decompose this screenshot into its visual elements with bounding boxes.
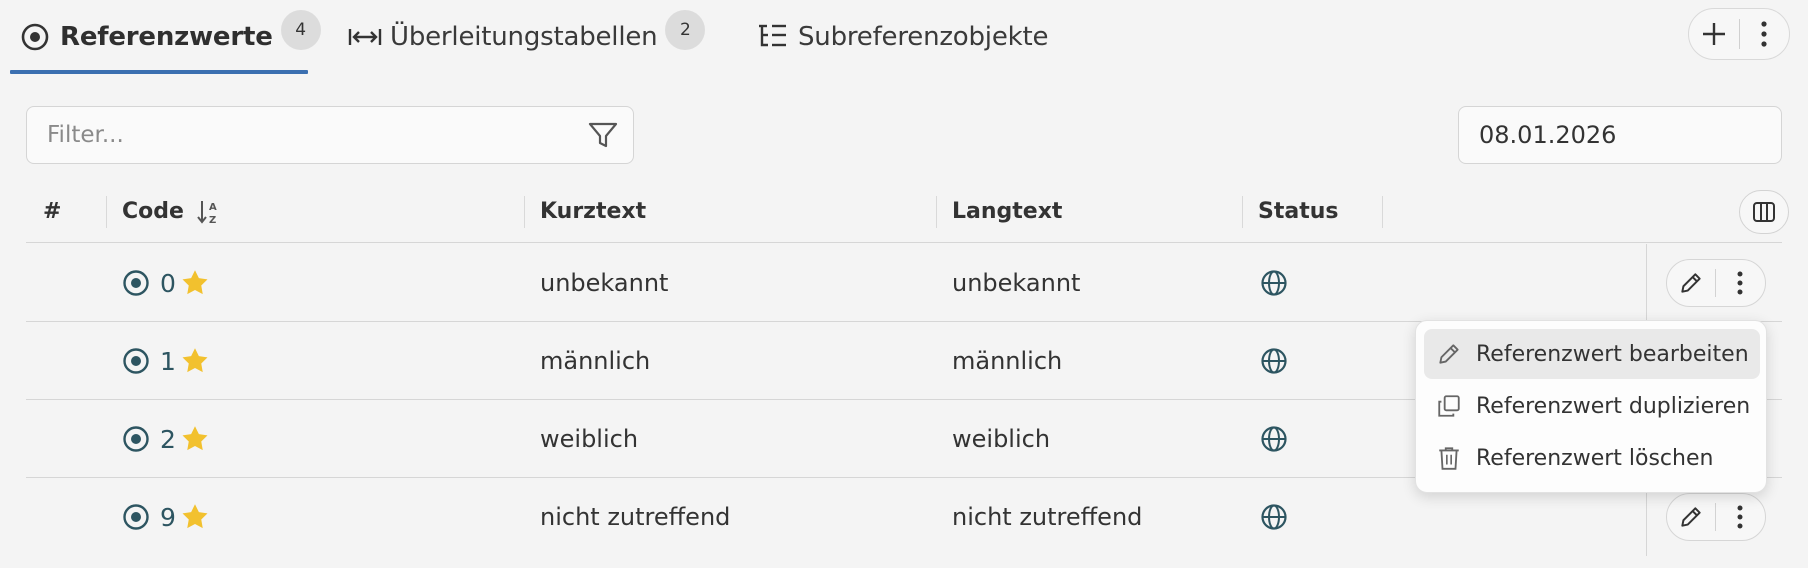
code-cell[interactable]: 0 [122,244,210,322]
langtext-cell: unbekannt [952,269,1081,297]
column-divider [936,196,937,228]
langtext-cell: nicht zutreffend [952,503,1143,531]
column-divider [1242,196,1243,228]
kurztext-cell: unbekannt [540,269,669,297]
tab-count-badge: 4 [280,10,321,50]
tab-subreferenzobjekte[interactable]: Subreferenzobjekte [758,0,1048,74]
code-cell[interactable]: 2 [122,400,210,478]
globe-icon [1260,269,1288,297]
menu-item-label: Referenzwert löschen [1476,445,1714,471]
globe-icon [1260,347,1288,375]
code-value: 1 [160,346,176,376]
plus-icon [1701,21,1727,47]
langtext-cell: männlich [952,347,1063,375]
header-actions [1688,8,1790,60]
filter-funnel-icon[interactable] [587,120,619,150]
copy-icon [1436,393,1462,419]
row-actions [1666,493,1766,541]
more-options-button[interactable] [1739,9,1789,59]
radio-target-icon [122,269,150,297]
column-header-status: Status [1258,199,1339,224]
vertical-dots-icon [1736,271,1744,295]
actions-divider [1646,244,1647,322]
menu-item-duplicate[interactable]: Referenzwert duplizieren [1424,381,1760,431]
tree-list-icon [758,23,788,51]
svg-text:Z: Z [209,215,216,226]
add-button[interactable] [1689,9,1739,59]
table-header: # Code AZ Kurztext Langtext Status [26,180,1789,243]
pencil-icon [1678,270,1704,296]
filter-field [26,106,634,164]
sort-az-icon[interactable]: AZ [196,198,222,226]
pencil-icon [1678,504,1704,530]
columns-icon [1752,200,1776,224]
tab-count-badge: 2 [665,10,706,50]
vertical-dots-icon [1736,505,1744,529]
column-header-index: # [43,199,62,224]
menu-item-label: Referenzwert duplizieren [1476,393,1751,419]
column-divider [1382,196,1383,228]
column-header-kurztext: Kurztext [540,199,647,224]
row-actions [1666,259,1766,307]
edit-button[interactable] [1667,494,1715,540]
kurztext-cell: nicht zutreffend [540,503,731,531]
radio-target-icon [122,503,150,531]
status-cell [1260,478,1288,556]
vertical-dots-icon [1760,21,1768,47]
row-more-button[interactable] [1716,260,1764,306]
globe-icon [1260,425,1288,453]
status-cell [1260,322,1288,400]
date-field [1458,106,1782,164]
radio-target-icon [122,425,150,453]
column-header-langtext: Langtext [952,199,1063,224]
table-row[interactable]: 0 unbekannt unbekannt [26,244,1782,322]
column-divider [524,196,525,228]
tab-bar: Referenzwerte 4 Überleitungstabellen 2 S… [10,0,1430,74]
status-cell [1260,400,1288,478]
column-divider [106,196,107,228]
menu-item-delete[interactable]: Referenzwert löschen [1424,433,1760,483]
menu-item-edit[interactable]: Referenzwert bearbeiten [1424,329,1760,379]
column-header-code[interactable]: Code AZ [122,180,222,243]
radio-target-icon [122,347,150,375]
star-icon [180,268,210,298]
code-cell[interactable]: 1 [122,322,210,400]
star-icon [180,346,210,376]
row-context-menu: Referenzwert bearbeiten Referenzwert dup… [1415,320,1767,493]
radio-target-icon [20,22,50,52]
date-input[interactable] [1459,107,1781,163]
trash-icon [1436,445,1462,471]
svg-text:A: A [209,202,217,213]
tab-referenzwerte[interactable]: Referenzwerte 4 [20,0,321,74]
tab-label: Referenzwerte [60,22,273,52]
active-tab-indicator [10,70,308,74]
status-cell [1260,244,1288,322]
column-settings-button[interactable] [1739,190,1789,234]
kurztext-cell: weiblich [540,425,639,453]
menu-item-label: Referenzwert bearbeiten [1476,341,1749,367]
arrows-horizontal-icon [348,26,382,48]
star-icon [180,424,210,454]
pencil-icon [1436,341,1462,367]
globe-icon [1260,503,1288,531]
column-header-label: Code [122,199,184,224]
tab-ueberleitungstabellen[interactable]: Überleitungstabellen 2 [348,0,706,74]
row-more-button[interactable] [1716,494,1764,540]
star-icon [180,502,210,532]
code-value: 0 [160,268,176,298]
kurztext-cell: männlich [540,347,651,375]
edit-button[interactable] [1667,260,1715,306]
code-cell[interactable]: 9 [122,478,210,556]
tab-label: Subreferenzobjekte [798,22,1049,52]
code-value: 9 [160,502,176,532]
filter-input[interactable] [27,107,633,163]
tab-label: Überleitungstabellen [390,22,658,52]
code-value: 2 [160,424,176,454]
langtext-cell: weiblich [952,425,1051,453]
